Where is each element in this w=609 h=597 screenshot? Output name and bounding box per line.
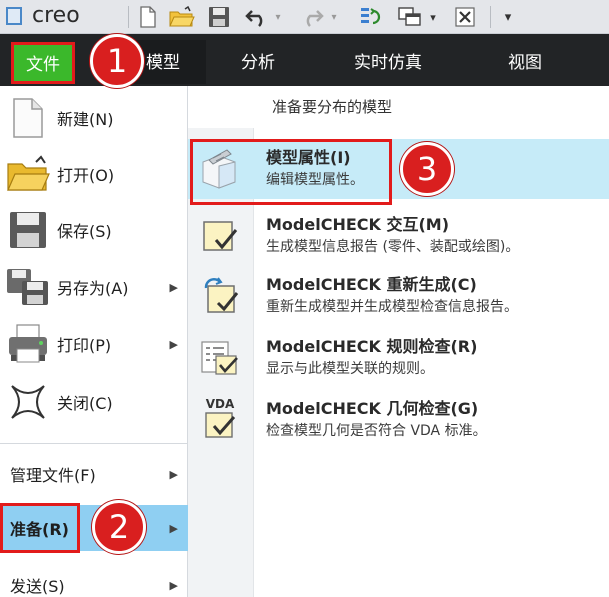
tab-view[interactable]: 视图 (508, 34, 542, 86)
menu-item-label: 打开(O) (57, 166, 115, 185)
close-icon (6, 380, 50, 424)
submenu-header: 准备要分布的模型 (272, 98, 393, 116)
submenu-arrow-icon: ▶ (169, 578, 178, 592)
menu-item-send[interactable]: 发送(S) ▶ (0, 565, 188, 597)
menu-item-save[interactable]: 保存(S) (0, 202, 188, 258)
redo-dropdown-icon[interactable]: ▾ (328, 5, 340, 29)
windows-dropdown-icon[interactable]: ▾ (427, 5, 439, 29)
highlight-box-model-properties (190, 139, 392, 205)
menu-item-new[interactable]: 新建(N) (0, 90, 188, 146)
menu-item-manage-files[interactable]: 管理文件(F) ▶ (0, 454, 188, 494)
submenu-arrow-icon: ▶ (169, 280, 178, 294)
menu-item-open[interactable]: 打开(O) (0, 146, 188, 202)
submenu-item-title: ModelCHECK 交互(M) (266, 215, 450, 234)
submenu-arrow-icon: ▶ (169, 521, 178, 535)
menu-item-label: 新建(N) (57, 110, 114, 129)
toolbar-separator (490, 6, 491, 28)
modelcheck-rules-icon (198, 336, 242, 380)
step-marker-1: 1 (90, 34, 144, 88)
customize-toolbar-icon[interactable]: ▾ (498, 5, 518, 29)
regenerate-icon[interactable] (358, 5, 384, 29)
save-icon[interactable] (207, 5, 231, 29)
submenu-item-modelcheck-interactive[interactable]: ModelCHECK 交互(M) 生成模型信息报告 (零件、装配或绘图)。 (188, 206, 609, 266)
submenu-item-modelcheck-geometry[interactable]: VDA ModelCHECK 几何检查(G) 检查模型几何是否符合 VDA 标准… (188, 390, 609, 450)
submenu-item-description: 显示与此模型关联的规则。 (266, 361, 434, 377)
open-folder-icon (6, 152, 50, 196)
redo-icon[interactable] (299, 5, 325, 29)
open-folder-icon[interactable] (168, 5, 196, 29)
vda-label: VDA (205, 397, 235, 411)
submenu-item-title: ModelCHECK 重新生成(C) (266, 275, 477, 294)
submenu-arrow-icon: ▶ (169, 467, 178, 481)
tab-live-simulation[interactable]: 实时仿真 (354, 34, 422, 86)
new-file-icon (6, 96, 50, 140)
menu-item-label: 发送(S) (10, 577, 65, 596)
undo-icon[interactable] (244, 5, 270, 29)
save-icon (6, 208, 50, 252)
close-window-icon[interactable] (453, 5, 477, 29)
modelcheck-regenerate-icon (198, 274, 242, 318)
menu-item-label: 另存为(A) (57, 279, 129, 298)
submenu-item-description: 重新生成模型并生成模型检查信息报告。 (266, 299, 518, 315)
submenu-item-description: 检查模型几何是否符合 VDA 标准。 (266, 423, 487, 439)
submenu-item-description: 生成模型信息报告 (零件、装配或绘图)。 (266, 239, 520, 255)
menu-divider (0, 443, 188, 444)
submenu-item-title: ModelCHECK 规则检查(R) (266, 337, 478, 356)
menu-item-label: 关闭(C) (57, 394, 113, 413)
highlight-box-prepare (0, 503, 80, 553)
undo-dropdown-icon[interactable]: ▾ (272, 5, 284, 29)
menu-item-close[interactable]: 关闭(C) (0, 374, 188, 430)
windows-icon[interactable] (397, 5, 423, 29)
app-logo: creo (32, 3, 80, 28)
menu-item-print[interactable]: 打印(P) ▶ (0, 316, 188, 372)
toolbar-separator (128, 6, 129, 28)
step-marker-2: 2 (92, 500, 146, 554)
new-file-icon[interactable] (137, 5, 159, 29)
app-window-icon (6, 7, 22, 25)
menu-item-save-as[interactable]: 另存为(A) ▶ (0, 259, 188, 315)
submenu-item-title: ModelCHECK 几何检查(G) (266, 399, 479, 418)
submenu-item-modelcheck-rules[interactable]: ModelCHECK 规则检查(R) 显示与此模型关联的规则。 (188, 328, 609, 388)
quick-access-toolbar: creo ▾ ▾ ▾ ▾ (0, 0, 609, 34)
menu-item-label: 管理文件(F) (10, 466, 96, 485)
submenu-arrow-icon: ▶ (169, 337, 178, 351)
modelcheck-interactive-icon (198, 214, 242, 258)
save-as-icon (6, 265, 50, 309)
print-icon (6, 322, 50, 366)
menu-item-label: 保存(S) (57, 222, 112, 241)
tab-model[interactable]: 模型 (146, 34, 180, 86)
menu-item-label: 打印(P) (57, 336, 112, 355)
modelcheck-geometry-icon: VDA (198, 398, 242, 442)
tab-analysis[interactable]: 分析 (241, 34, 275, 86)
highlight-box-file-tab (11, 42, 75, 84)
submenu-item-modelcheck-regenerate[interactable]: ModelCHECK 重新生成(C) 重新生成模型并生成模型检查信息报告。 (188, 266, 609, 326)
step-marker-3: 3 (400, 142, 454, 196)
